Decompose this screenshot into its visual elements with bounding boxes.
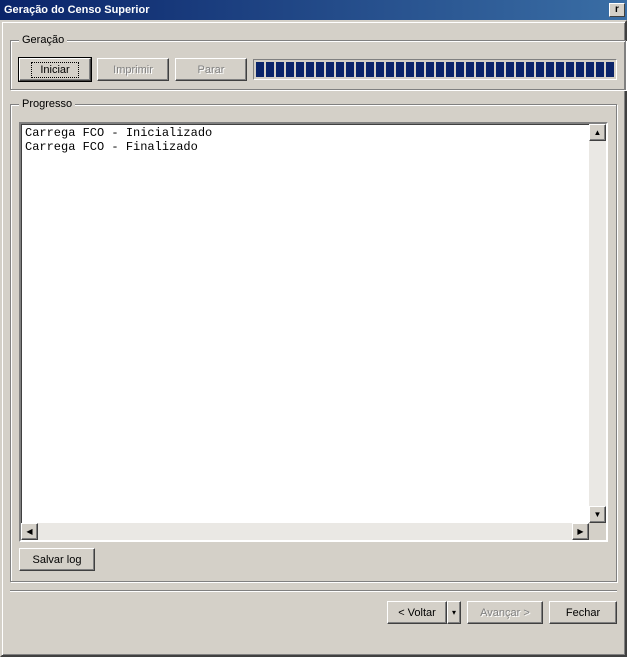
imprimir-button[interactable]: Imprimir <box>97 58 169 81</box>
progresso-legend: Progresso <box>19 98 75 110</box>
progress-segment <box>496 62 504 77</box>
progress-segment <box>556 62 564 77</box>
progress-segment <box>446 62 454 77</box>
progress-segment <box>296 62 304 77</box>
progress-segment <box>526 62 534 77</box>
footer: < Voltar ▾ Avançar > Fechar <box>10 590 617 624</box>
vertical-scrollbar[interactable]: ▲ ▼ <box>589 124 606 523</box>
progress-segment <box>456 62 464 77</box>
progresso-group: Progresso Carrega FCO - Inicializado Car… <box>10 98 617 582</box>
scroll-down-icon[interactable]: ▼ <box>589 506 606 523</box>
title-bar: Geração do Censo Superior r <box>0 0 627 20</box>
progress-segment <box>266 62 274 77</box>
progress-segment <box>576 62 584 77</box>
scroll-right-icon[interactable]: ▶ <box>572 523 589 540</box>
parar-button[interactable]: Parar <box>175 58 247 81</box>
progress-segment <box>566 62 574 77</box>
scroll-track-vertical[interactable] <box>589 141 606 506</box>
salvar-row: Salvar log <box>19 548 608 571</box>
progress-segment <box>586 62 594 77</box>
chevron-down-icon: ▾ <box>452 608 456 617</box>
fechar-button[interactable]: Fechar <box>549 601 617 624</box>
progress-segment <box>356 62 364 77</box>
voltar-split-button: < Voltar ▾ <box>387 601 461 624</box>
voltar-dropdown-button[interactable]: ▾ <box>447 601 461 624</box>
progress-segment <box>316 62 324 77</box>
progress-segment <box>416 62 424 77</box>
progress-segment <box>256 62 264 77</box>
geracao-row: Iniciar Imprimir Parar <box>19 58 617 81</box>
geracao-group: Geração Iniciar Imprimir Parar <box>10 34 626 90</box>
progress-segment <box>346 62 354 77</box>
voltar-button[interactable]: < Voltar <box>387 601 447 624</box>
scroll-corner <box>589 523 606 540</box>
progress-segment <box>386 62 394 77</box>
scroll-up-icon[interactable]: ▲ <box>589 124 606 141</box>
horizontal-scrollbar[interactable]: ◀ ▶ <box>21 523 606 540</box>
progress-segment <box>426 62 434 77</box>
avancar-button[interactable]: Avançar > <box>467 601 543 624</box>
scroll-track-horizontal[interactable] <box>38 523 572 540</box>
progress-segment <box>486 62 494 77</box>
progress-segment <box>406 62 414 77</box>
progress-segment <box>336 62 344 77</box>
progress-segment <box>436 62 444 77</box>
progress-segment <box>366 62 374 77</box>
progress-segment <box>286 62 294 77</box>
progress-segment <box>606 62 614 77</box>
progress-segment <box>396 62 404 77</box>
progress-segment <box>536 62 544 77</box>
progress-segment <box>516 62 524 77</box>
progress-segment <box>596 62 604 77</box>
progress-segment <box>306 62 314 77</box>
iniciar-button[interactable]: Iniciar <box>19 58 91 81</box>
window-title: Geração do Censo Superior <box>4 4 609 16</box>
progress-segment <box>276 62 284 77</box>
progress-segment <box>476 62 484 77</box>
scroll-left-icon[interactable]: ◀ <box>21 523 38 540</box>
progress-segment <box>506 62 514 77</box>
geracao-legend: Geração <box>19 34 67 46</box>
log-content[interactable]: Carrega FCO - Inicializado Carrega FCO -… <box>21 124 606 540</box>
progress-bar <box>253 59 617 80</box>
progress-segment <box>326 62 334 77</box>
progress-segment <box>546 62 554 77</box>
progress-segment <box>466 62 474 77</box>
window-body: Geração Iniciar Imprimir Parar Progresso… <box>0 20 627 657</box>
progress-segment <box>376 62 384 77</box>
log-area: Carrega FCO - Inicializado Carrega FCO -… <box>19 122 608 542</box>
salvar-log-button[interactable]: Salvar log <box>19 548 95 571</box>
iniciar-label: Iniciar <box>31 62 78 78</box>
close-icon[interactable]: r <box>609 3 625 17</box>
